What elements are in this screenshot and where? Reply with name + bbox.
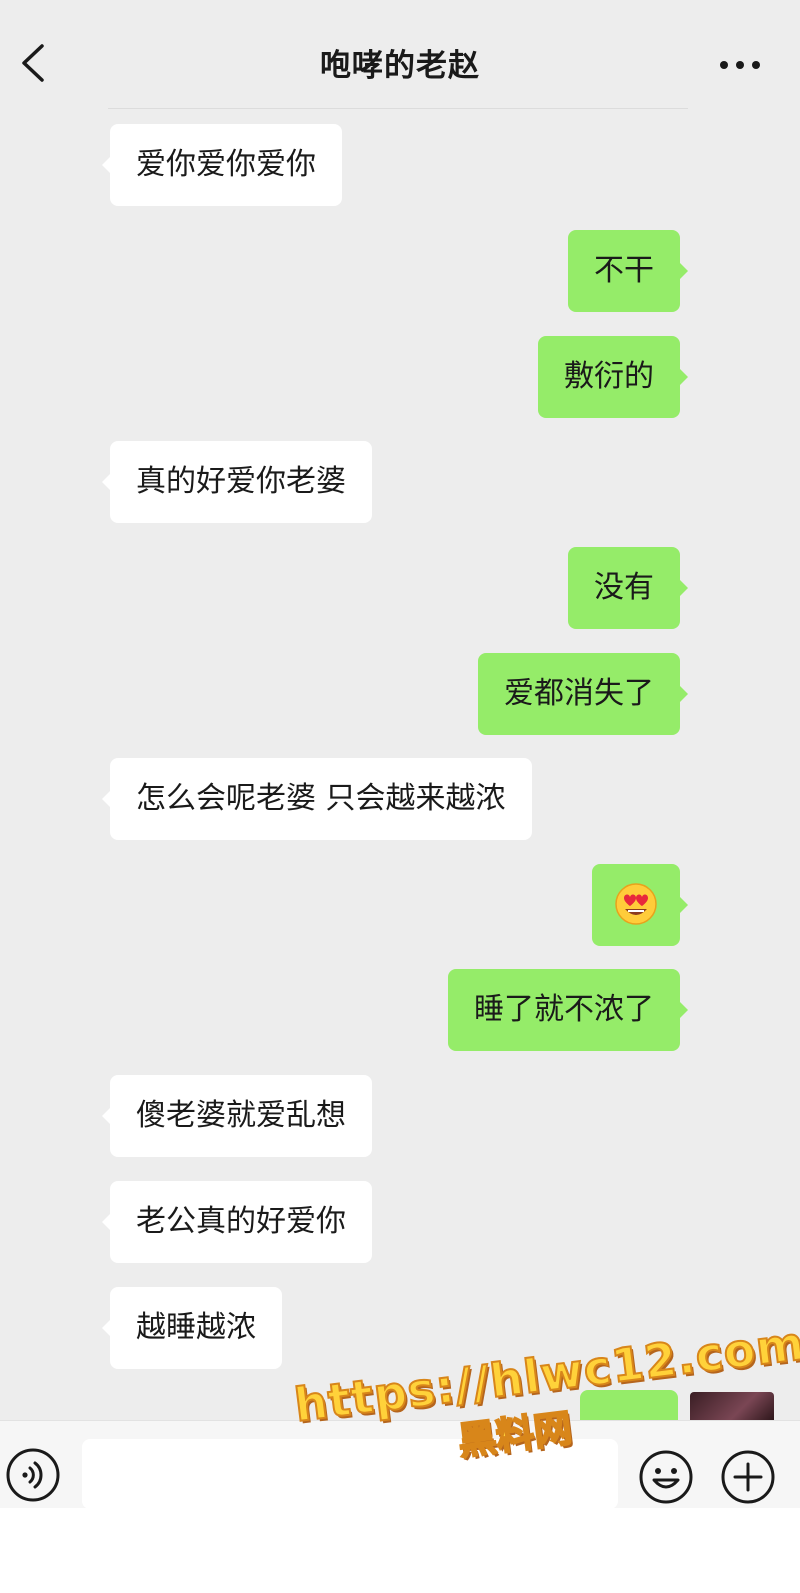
message-bubble-incoming[interactable]: 真的好爱你老婆 (102, 441, 372, 523)
message-bubble-incoming[interactable]: 怎么会呢老婆 只会越来越浓 (102, 758, 532, 840)
chat-title: 咆哮的老赵 (320, 48, 480, 84)
message-bubble-incoming[interactable]: 越睡越浓 (102, 1287, 282, 1369)
message-bubble-incoming[interactable]: 爱你爱你爱你 (102, 124, 342, 206)
message-bubble-outgoing[interactable]: 不干 (568, 230, 688, 312)
message-bubble-outgoing-emoji[interactable] (592, 864, 688, 946)
bottom-safe-area (0, 1508, 800, 1593)
heart-eyes-emoji (615, 882, 657, 925)
message-bubble-outgoing[interactable]: 敷衍的 (538, 336, 688, 418)
message-bubble-incoming[interactable]: 老公真的好爱你 (102, 1181, 372, 1263)
message-bubble-outgoing[interactable]: 没有 (568, 547, 688, 629)
message-bubble-outgoing[interactable]: 爱都消失了 (478, 653, 688, 735)
message-bubble-incoming[interactable]: 傻老婆就爱乱想 (102, 1075, 372, 1157)
more-dots-icon[interactable] (720, 58, 760, 72)
voice-icon[interactable] (5, 1447, 61, 1503)
chat-header: 咆哮的老赵 (0, 0, 800, 110)
header-divider (108, 108, 688, 109)
message-bubble-outgoing[interactable]: 睡了就不浓了 (448, 969, 688, 1051)
